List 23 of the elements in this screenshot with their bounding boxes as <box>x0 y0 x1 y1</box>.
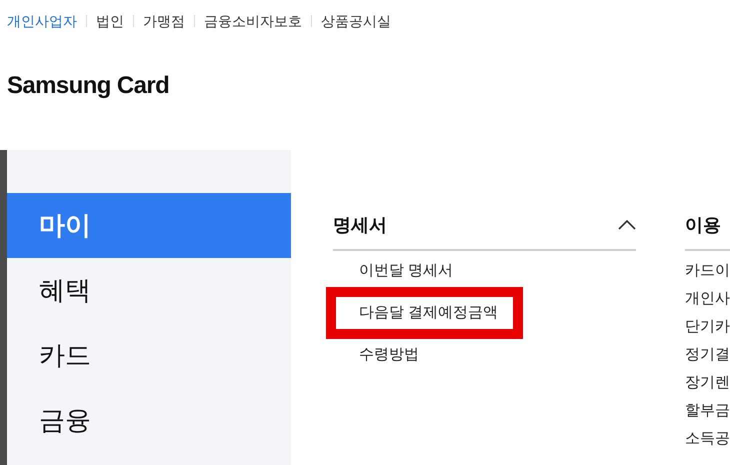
sidebar-item[interactable]: 금융 <box>7 388 291 453</box>
top-link[interactable]: 개인사업자 <box>7 10 77 32</box>
section-title[interactable]: 이용 <box>685 212 721 238</box>
menu-link[interactable]: 수령방법 <box>359 341 636 369</box>
chevron-up-icon[interactable] <box>618 220 636 230</box>
sidebar-item[interactable]: 카드 <box>7 323 291 388</box>
brand-logo[interactable]: Samsung Card <box>7 72 170 99</box>
top-link[interactable]: 금융소비자보호 <box>204 10 302 32</box>
menu-link[interactable]: 단기카 <box>685 313 730 341</box>
top-link[interactable]: 법인 <box>96 10 124 32</box>
top-link[interactable]: 가맹점 <box>143 10 185 32</box>
section-title[interactable]: 명세서 <box>333 212 387 238</box>
sidebar-item[interactable]: 마이 <box>7 193 291 258</box>
menu-link[interactable]: 소득공 <box>685 425 730 453</box>
menu-link[interactable]: 정기결 <box>685 341 730 369</box>
menu-link[interactable]: 할부금 <box>685 397 730 425</box>
menu-link[interactable]: 카드이 <box>685 257 730 285</box>
menu-link[interactable]: 장기렌 <box>685 369 730 397</box>
menu-link[interactable]: 이번달 명세서 <box>359 257 636 285</box>
menu-link[interactable]: 다음달 결제예정금액 <box>359 304 498 321</box>
menu-link[interactable]: 개인사 <box>685 285 730 313</box>
top-link[interactable]: 상품공시실 <box>321 10 391 32</box>
sidebar-item[interactable]: 혜택 <box>7 258 291 323</box>
